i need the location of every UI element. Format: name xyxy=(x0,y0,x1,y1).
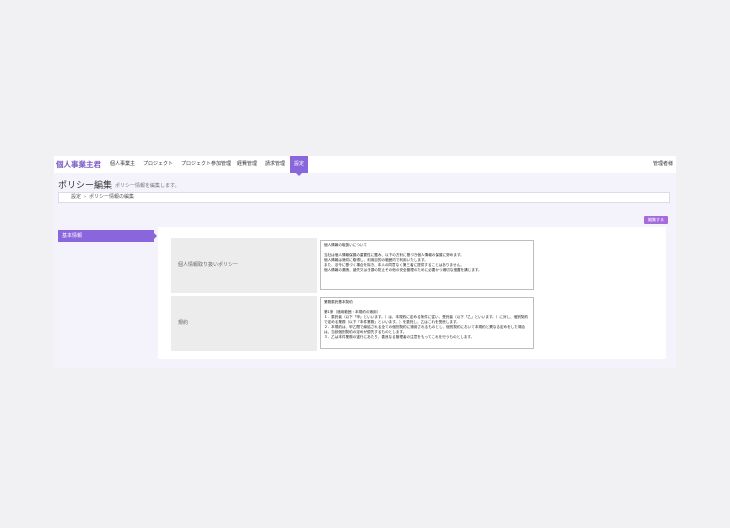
nav-item-settings[interactable]: 設定 xyxy=(290,156,309,176)
breadcrumb-separator-icon: › xyxy=(84,194,87,200)
breadcrumb: 設定 › ポリシー情報の編集 xyxy=(58,192,670,203)
nav-item-project-participation[interactable]: プロジェクト参加管理 xyxy=(181,160,231,167)
admin-menu-link[interactable]: 管理者様 xyxy=(653,160,673,167)
privacy-policy-textarea[interactable]: 個人情報の取扱いについて 当社は個人情報保護の重要性に鑑み、以下の方針に基づき個… xyxy=(320,240,534,290)
privacy-policy-label: 個人情報取り扱いポリシー xyxy=(171,238,317,293)
terms-textarea[interactable]: 業務委託基本契約 第1条（適用範囲・本規約の適用） １．委託者（以下「甲」といい… xyxy=(320,297,534,349)
nav-item-expense[interactable]: 経費管理 xyxy=(237,160,257,167)
sidebar-tab-basic-info[interactable]: 基本情報 xyxy=(58,230,157,242)
top-navigation-bar: 個人事業主君 個人事業主 プロジェクト プロジェクト参加管理 経費管理 請求管理… xyxy=(54,156,676,176)
page-subtitle: ポリシー情報を編集します。 xyxy=(115,183,180,189)
nav-item-project[interactable]: プロジェクト xyxy=(143,160,173,167)
breadcrumb-item-current: ポリシー情報の編集 xyxy=(89,194,135,200)
nav-item-billing[interactable]: 請求管理 xyxy=(265,160,285,167)
app-frame: 個人事業主君 個人事業主 プロジェクト プロジェクト参加管理 経費管理 請求管理… xyxy=(54,156,676,368)
nav-item-individual-business[interactable]: 個人事業主 xyxy=(110,160,135,167)
page-title: ポリシー編集 xyxy=(58,181,113,191)
edit-button[interactable]: 編集する xyxy=(644,216,668,224)
brand-logo[interactable]: 個人事業主君 xyxy=(56,159,101,170)
breadcrumb-item-settings[interactable]: 設定 xyxy=(71,194,81,200)
terms-label: 規約 xyxy=(171,296,317,351)
